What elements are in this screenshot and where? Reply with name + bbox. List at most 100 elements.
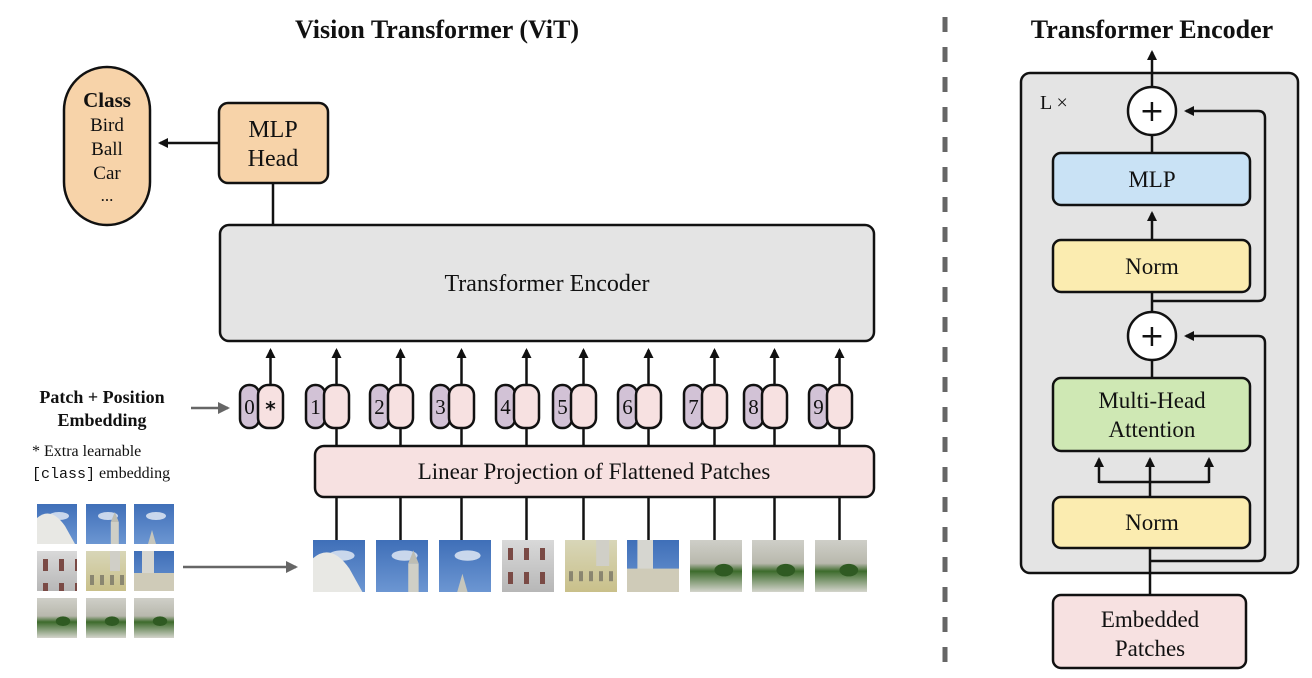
- window: [100, 575, 104, 585]
- embedded-label-1: Embedded: [1101, 607, 1200, 632]
- add-icon: +: [1139, 94, 1164, 129]
- encoder-detail-title: Transformer Encoder: [1031, 15, 1273, 44]
- cloud: [146, 512, 166, 520]
- attention-label-1: Multi-Head: [1098, 388, 1206, 413]
- patch-embedding: [634, 383, 663, 430]
- garden: [752, 540, 804, 592]
- patch-embedding: [512, 383, 541, 430]
- tower: [408, 563, 419, 592]
- garden: [690, 540, 742, 592]
- image-patch: [376, 497, 428, 592]
- window: [524, 548, 529, 560]
- shrub: [714, 563, 734, 577]
- window: [508, 548, 513, 560]
- image-patch: [565, 497, 617, 592]
- position-index: 8: [748, 395, 759, 419]
- garden: [815, 540, 867, 592]
- patch-image: [690, 540, 742, 592]
- grid-patch-image: [37, 504, 77, 544]
- token: 1: [304, 348, 351, 446]
- window: [540, 572, 545, 584]
- token: 5: [551, 348, 598, 446]
- position-index: 6: [622, 395, 633, 419]
- image-patch: [627, 497, 679, 592]
- patch-image: [815, 540, 867, 592]
- window: [75, 559, 77, 571]
- patch-image: [439, 540, 491, 592]
- patch-embedding: [447, 383, 476, 430]
- grid-patch-image: [86, 551, 126, 591]
- window: [43, 583, 48, 591]
- shrub: [839, 563, 859, 577]
- position-index: 1: [310, 395, 321, 419]
- patch-sequence: [313, 497, 867, 592]
- shrub: [104, 616, 120, 626]
- window: [75, 583, 77, 591]
- token-embeddings: 0 * 1 2 3 4 5 6 7 8 9: [238, 348, 854, 446]
- window: [43, 559, 48, 571]
- grid-patch: [37, 551, 77, 591]
- grid-patch: [86, 598, 126, 638]
- window: [569, 571, 573, 582]
- window: [110, 575, 114, 585]
- patch-image: [502, 540, 554, 592]
- token: 2: [368, 348, 415, 446]
- shrub: [776, 563, 796, 577]
- position-index: 9: [813, 395, 824, 419]
- token: 0 *: [238, 348, 285, 430]
- cloud: [454, 550, 481, 561]
- garden: [86, 598, 126, 638]
- image-patch: [752, 497, 804, 592]
- footnote-embedding-text: embedding: [95, 465, 170, 482]
- class-item: ...: [101, 186, 114, 205]
- footnote-line-2: [class] embedding: [32, 465, 170, 483]
- linear-projection-label: Linear Projection of Flattened Patches: [418, 459, 771, 484]
- grid-patch-image: [37, 598, 77, 638]
- window: [59, 559, 64, 571]
- class-token-marker: *: [265, 397, 276, 421]
- grid-patch-image: [134, 504, 174, 544]
- norm-bottom-label: Norm: [1125, 510, 1179, 535]
- grid-patch: [134, 551, 174, 591]
- patch-embedding: [386, 383, 415, 430]
- transformer-encoder-block: Transformer Encoder: [218, 223, 876, 343]
- class-output: Class Bird Ball Car ...: [62, 65, 152, 227]
- mlp-head-label-2: Head: [248, 146, 299, 172]
- grid-patch-image: [134, 551, 174, 591]
- image-patch: [439, 497, 491, 592]
- image-patch: [502, 497, 554, 592]
- class-heading: Class: [83, 88, 131, 112]
- image-patch: [815, 497, 867, 592]
- embedding-label-1: Patch + Position: [39, 387, 164, 407]
- mlp-label: MLP: [1128, 167, 1175, 192]
- grid-patch: [134, 598, 174, 638]
- window: [540, 548, 545, 560]
- attention-label-2: Attention: [1109, 417, 1196, 442]
- embedded-label-2: Patches: [1115, 636, 1185, 661]
- patch-image: [752, 540, 804, 592]
- class-item: Ball: [91, 139, 123, 160]
- sky: [86, 504, 126, 544]
- window: [599, 571, 603, 582]
- garden: [37, 598, 77, 638]
- token: 7: [682, 348, 729, 446]
- patch-image: [313, 540, 365, 592]
- window: [120, 575, 124, 585]
- position-index: 2: [374, 395, 385, 419]
- window: [508, 572, 513, 584]
- footnote-class-token: [class]: [32, 466, 95, 483]
- input-image-grid: [37, 504, 174, 638]
- embedding-label-2: Embedding: [57, 410, 146, 430]
- position-index: 4: [500, 395, 511, 419]
- add-icon: +: [1139, 319, 1164, 354]
- window: [90, 575, 94, 585]
- token: 6: [616, 348, 663, 446]
- grid-patch: [37, 504, 77, 544]
- mlp-head: MLP Head: [217, 101, 330, 185]
- patch-image: [565, 540, 617, 592]
- token: 3: [429, 348, 476, 446]
- class-item: Car: [93, 163, 121, 184]
- sky: [376, 540, 428, 592]
- grid-patch-image: [134, 598, 174, 638]
- token: 4: [494, 348, 541, 446]
